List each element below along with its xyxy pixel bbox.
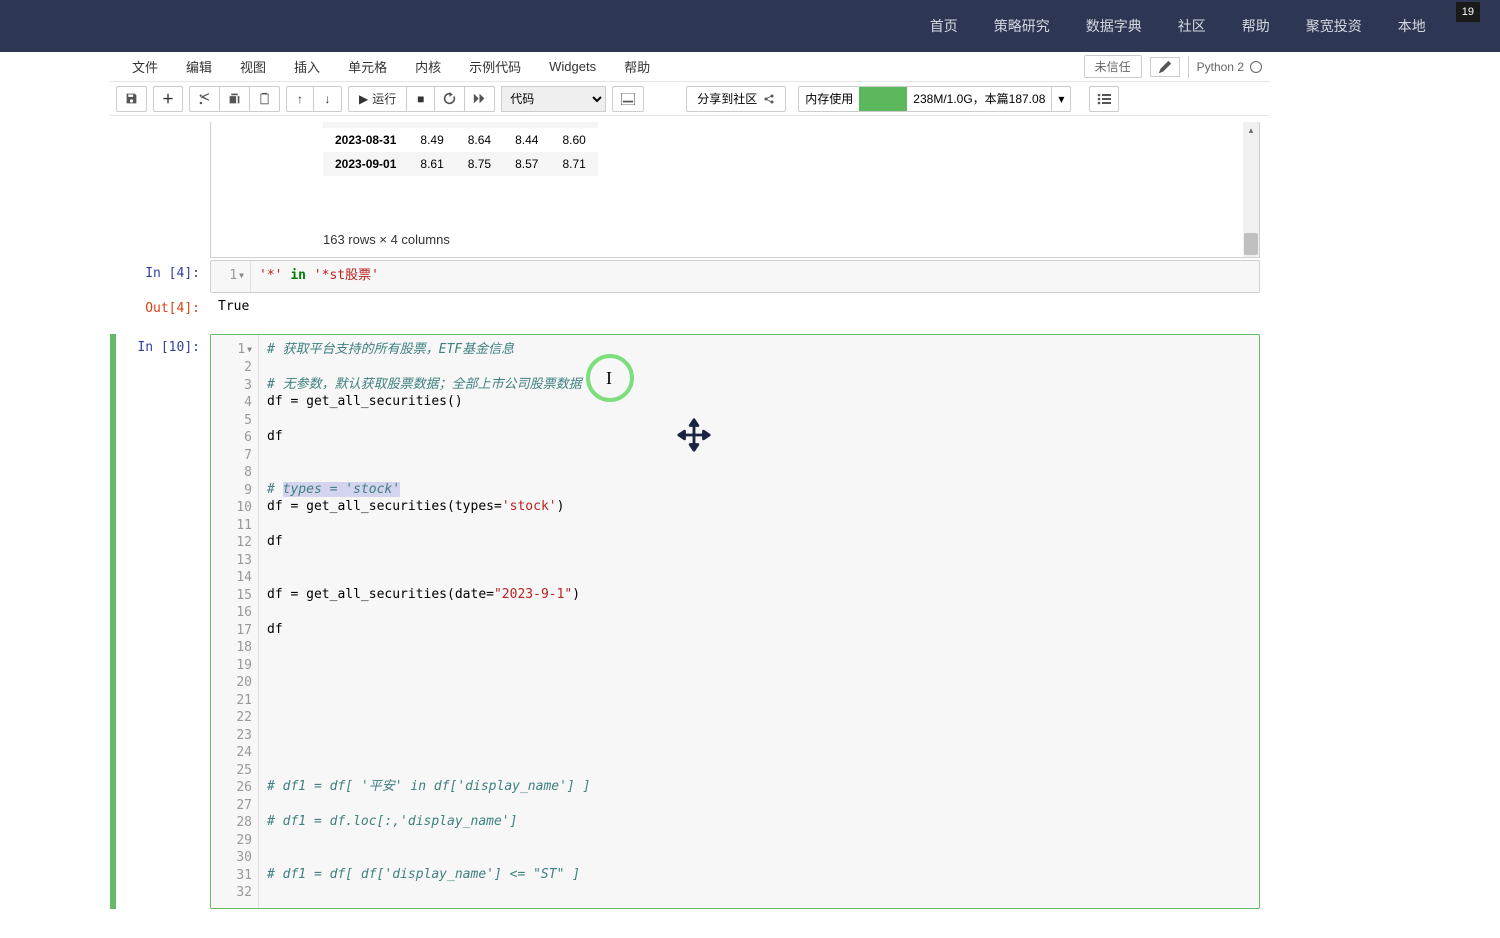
share-icon (763, 93, 775, 105)
menubar: 文件 编辑 视图 插入 单元格 内核 示例代码 Widgets 帮助 未信任 P… (110, 52, 1270, 82)
kernel-indicator[interactable]: Python 2 (1188, 56, 1262, 78)
mem-bar (859, 87, 907, 111)
share-button[interactable]: 分享到社区 (686, 86, 786, 112)
scrollbar[interactable]: ▴ (1243, 122, 1259, 257)
output-cell-4: Out[4]: True (110, 295, 1270, 318)
copy-button[interactable] (220, 86, 250, 112)
menu-help[interactable]: 帮助 (610, 51, 664, 82)
move-up-button[interactable]: ↑ (286, 86, 314, 112)
restart-button[interactable] (435, 86, 465, 112)
empty-prompt (110, 122, 210, 258)
notif-badge[interactable]: 19 (1456, 2, 1480, 22)
play-icon: ▶ (359, 92, 368, 106)
nav-help[interactable]: 帮助 (1242, 16, 1270, 36)
kernel-status-icon (1250, 61, 1262, 73)
table-row: 2023-08-31 8.49 8.64 8.44 8.60 (323, 128, 598, 152)
celltype-select[interactable]: 代码 (501, 86, 606, 112)
output-text: True (210, 295, 1260, 318)
menu-kernel[interactable]: 内核 (401, 51, 455, 82)
cells-area: 2023-08-30 8.48 8.60 8.38 8.48 2023-08-3… (110, 116, 1270, 915)
scrollbar-thumb[interactable] (1244, 233, 1258, 255)
run-label: 运行 (372, 90, 396, 107)
code-input[interactable]: 1234567891011121314151617181920212223242… (210, 334, 1260, 909)
menu-insert[interactable]: 插入 (280, 51, 334, 82)
trust-button[interactable]: 未信任 (1084, 55, 1142, 78)
nav-datadict[interactable]: 数据字典 (1086, 16, 1142, 36)
kernel-name: Python 2 (1197, 60, 1244, 74)
menu-edit[interactable]: 编辑 (172, 51, 226, 82)
command-palette-button[interactable] (612, 86, 644, 112)
nav-home[interactable]: 首页 (930, 16, 958, 36)
code-content[interactable]: # 获取平台支持的所有股票，ETF基金信息 # 无参数，默认获取股票数据；全部上… (259, 335, 1259, 908)
cut-button[interactable] (189, 86, 220, 112)
move-down-button[interactable]: ↓ (314, 86, 342, 112)
dataframe-dims: 163 rows × 4 columns (211, 222, 1259, 257)
code-cell-10[interactable]: In [10]: 1234567891011121314151617181920… (110, 334, 1270, 909)
menu-view[interactable]: 视图 (226, 51, 280, 82)
menu-widgets[interactable]: Widgets (535, 53, 610, 80)
nav-local[interactable]: 本地 (1398, 16, 1426, 36)
menu-cell[interactable]: 单元格 (334, 51, 401, 82)
mem-label: 内存使用 (799, 90, 859, 107)
nav-invest[interactable]: 聚宽投资 (1306, 16, 1362, 36)
scroll-up-icon[interactable]: ▴ (1243, 122, 1259, 138)
code-cell-4[interactable]: In [4]: 1 '*' in '*st股票' (110, 260, 1270, 293)
nav-strategy[interactable]: 策略研究 (994, 16, 1050, 36)
fastforward-button[interactable] (465, 86, 495, 112)
add-cell-button[interactable]: ＋ (153, 86, 183, 112)
nav-community[interactable]: 社区 (1178, 16, 1206, 36)
memory-indicator[interactable]: 内存使用 238M/1.0G，本篇187.08 ▾ (798, 86, 1071, 112)
dataframe-output[interactable]: 2023-08-30 8.48 8.60 8.38 8.48 2023-08-3… (210, 122, 1260, 258)
menu-file[interactable]: 文件 (118, 51, 172, 82)
in-prompt: In [10]: (110, 334, 210, 909)
notebook-container: 文件 编辑 视图 插入 单元格 内核 示例代码 Widgets 帮助 未信任 P… (110, 52, 1270, 915)
line-gutter: 1234567891011121314151617181920212223242… (211, 335, 259, 908)
dataframe-table: 2023-08-30 8.48 8.60 8.38 8.48 2023-08-3… (323, 122, 598, 176)
toolbar: ＋ ↑ ↓ ▶ 运行 ■ (110, 82, 1270, 116)
paste-button[interactable] (250, 86, 280, 112)
output-cell-dataframe: 2023-08-30 8.48 8.60 8.38 8.48 2023-08-3… (110, 122, 1270, 258)
menu-examples[interactable]: 示例代码 (455, 51, 535, 82)
toc-button[interactable] (1089, 86, 1119, 112)
top-navbar: 首页 策略研究 数据字典 社区 帮助 聚宽投资 本地 19 (0, 0, 1500, 52)
mem-text: 238M/1.0G，本篇187.08 (907, 90, 1051, 107)
code-input[interactable]: 1 '*' in '*st股票' (210, 260, 1260, 293)
run-button[interactable]: ▶ 运行 (348, 86, 407, 112)
edit-icon[interactable] (1150, 57, 1180, 77)
mem-caret-icon: ▾ (1051, 87, 1070, 111)
in-prompt: In [4]: (110, 260, 210, 293)
out-prompt: Out[4]: (110, 295, 210, 318)
share-label: 分享到社区 (697, 90, 757, 107)
table-row: 2023-09-01 8.61 8.75 8.57 8.71 (323, 152, 598, 176)
save-button[interactable] (116, 86, 147, 112)
stop-button[interactable]: ■ (407, 86, 435, 112)
